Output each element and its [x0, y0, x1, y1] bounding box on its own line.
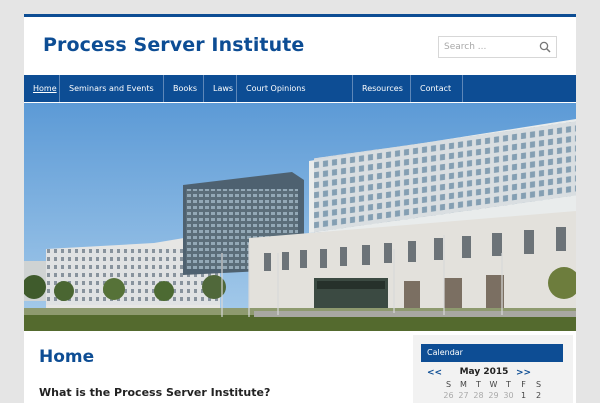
calendar-day[interactable]: 26 — [441, 391, 456, 400]
calendar-day[interactable]: 28 — [471, 391, 486, 400]
nav-item-laws[interactable]: Laws — [204, 75, 237, 102]
calendar-week-row: 26 27 28 29 30 1 2 — [441, 391, 559, 400]
weekday-label: T — [506, 380, 511, 389]
site-title[interactable]: Process Server Institute — [43, 34, 304, 56]
weekday-label: M — [460, 380, 467, 389]
search-input[interactable] — [444, 40, 534, 54]
nav-item-books[interactable]: Books — [164, 75, 204, 102]
calendar-day[interactable]: 1 — [516, 391, 531, 400]
nav-label-resources: Resources — [362, 84, 403, 93]
nav-label-laws: Laws — [213, 84, 234, 93]
search-box[interactable] — [438, 36, 557, 58]
sidebar: Calendar << May 2015 >> S M T W T F S 26… — [413, 335, 573, 403]
calendar-month-label: May 2015 — [459, 367, 509, 377]
nav-label-court-opinions: Court Opinions — [246, 84, 306, 93]
weekday-label: S — [535, 380, 542, 389]
calendar-next-month-link[interactable]: >> — [516, 368, 531, 378]
main-navigation: Home Seminars and Events Books Laws Cour… — [24, 75, 576, 102]
nav-label-seminars: Seminars and Events — [69, 84, 154, 93]
weekday-label: S — [445, 380, 452, 389]
page-container: Process Server Institute Home Seminars a… — [24, 14, 576, 403]
nav-item-court-opinions[interactable]: Court Opinions — [237, 75, 353, 102]
calendar-widget-title: Calendar — [421, 344, 563, 362]
nav-item-seminars-and-events[interactable]: Seminars and Events — [60, 75, 164, 102]
nav-item-contact[interactable]: Contact — [411, 75, 463, 102]
building-photo-icon — [24, 103, 576, 331]
nav-label-books: Books — [173, 84, 198, 93]
calendar-day[interactable]: 2 — [531, 391, 546, 400]
calendar-day[interactable]: 30 — [501, 391, 516, 400]
nav-label-contact: Contact — [420, 84, 452, 93]
calendar-day[interactable]: 27 — [456, 391, 471, 400]
section-heading: What is the Process Server Institute? — [39, 386, 271, 399]
nav-label-home: Home — [33, 84, 57, 93]
weekday-label: T — [476, 380, 481, 389]
weekday-label: W — [489, 380, 498, 389]
calendar-day[interactable]: 29 — [486, 391, 501, 400]
weekday-label: F — [521, 380, 526, 389]
hero-image — [24, 103, 576, 331]
search-icon[interactable] — [539, 41, 551, 53]
calendar-weekday-row: S M T W T F S — [441, 380, 559, 389]
nav-item-resources[interactable]: Resources — [353, 75, 411, 102]
page-title: Home — [39, 347, 95, 367]
calendar-prev-month-link[interactable]: << — [427, 368, 442, 378]
nav-item-home[interactable]: Home — [24, 75, 60, 102]
